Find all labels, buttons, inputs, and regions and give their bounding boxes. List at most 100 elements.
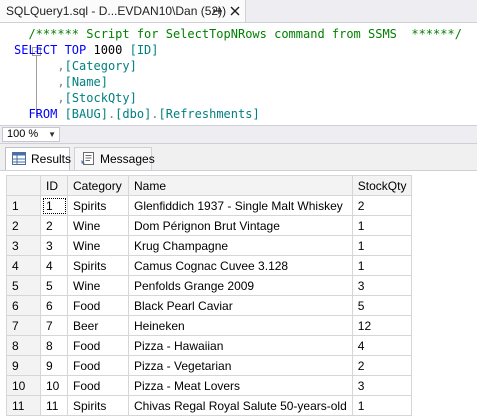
code-token: [dbo]	[115, 107, 152, 121]
stockqty-cell[interactable]: 2	[351, 355, 413, 376]
table-row[interactable]: 4 4 Spirits Camus Cognac Cuvee 3.128 1	[6, 255, 413, 276]
table-row[interactable]: 9 9 Food Pizza - Vegetarian 2	[6, 355, 413, 376]
id-cell[interactable]: 5	[40, 275, 68, 296]
close-icon[interactable]	[228, 4, 242, 18]
row-number-cell[interactable]: 4	[6, 255, 41, 276]
document-tab[interactable]: SQLQuery1.sql - D...EVDAN10\Dan (52))	[0, 0, 246, 22]
stockqty-cell[interactable]: 5	[351, 295, 413, 316]
document-tab-strip: SQLQuery1.sql - D...EVDAN10\Dan (52))	[0, 0, 477, 22]
category-cell[interactable]: Wine	[67, 215, 129, 236]
name-cell[interactable]: Krug Champagne	[128, 235, 353, 256]
column-header-stockqty[interactable]: StockQty	[351, 175, 413, 196]
code-token: .	[151, 107, 159, 121]
code-token: [StockQty]	[64, 91, 137, 105]
category-cell[interactable]: Wine	[67, 235, 129, 256]
results-table: ID Category Name StockQty 1 1 Spirits Glenf…	[6, 175, 413, 416]
category-cell[interactable]: Beer	[67, 315, 129, 336]
column-header-name[interactable]: Name	[128, 175, 353, 196]
stockqty-cell[interactable]: 2	[351, 195, 413, 216]
column-header-rownum[interactable]	[6, 175, 41, 196]
code-token: ,	[57, 59, 65, 73]
row-number-cell[interactable]: 9	[6, 355, 41, 376]
table-row[interactable]: 10 10 Food Pizza - Meat Lovers 3	[6, 375, 413, 396]
table-row[interactable]: 1 1 Spirits Glenfiddich 1937 - Single Malt …	[6, 195, 413, 216]
table-row[interactable]: 5 5 Wine Penfolds Grange 2009 3	[6, 275, 413, 296]
id-cell[interactable]: 2	[40, 215, 68, 236]
stockqty-cell[interactable]: 12	[351, 315, 413, 336]
category-cell[interactable]: Food	[67, 335, 129, 356]
results-grid[interactable]: ID Category Name StockQty 1 1 Spirits Glenf…	[0, 171, 477, 416]
code-token: [BAUG]	[64, 107, 108, 121]
column-header-id[interactable]: ID	[40, 175, 68, 196]
code-line: ,[Category]	[14, 58, 136, 74]
table-row[interactable]: 6 6 Food Black Pearl Caviar 5	[6, 295, 413, 316]
name-cell[interactable]: Penfolds Grange 2009	[128, 275, 353, 296]
row-number-cell[interactable]: 1	[6, 195, 41, 216]
code-token: FROM	[28, 107, 65, 121]
table-row[interactable]: 3 3 Wine Krug Champagne 1	[6, 235, 413, 256]
zoom-dropdown[interactable]: 100 % ▼	[2, 127, 60, 142]
name-cell[interactable]: Heineken	[128, 315, 353, 336]
category-cell[interactable]: Wine	[67, 275, 129, 296]
stockqty-cell[interactable]: 1	[351, 215, 413, 236]
code-token: SELECT TOP	[14, 43, 94, 57]
zoom-value: 100 %	[7, 128, 39, 140]
code-token: ,	[57, 91, 65, 105]
code-line: ,[Name]	[14, 74, 108, 90]
row-number-cell[interactable]: 3	[6, 235, 41, 256]
messages-icon	[81, 152, 94, 165]
column-header-category[interactable]: Category	[67, 175, 129, 196]
row-number-cell[interactable]: 7	[6, 315, 41, 336]
id-cell[interactable]: 1	[40, 195, 68, 216]
stockqty-cell[interactable]: 1	[351, 235, 413, 256]
name-cell[interactable]: Glenfiddich 1937 - Single Malt Whiskey	[128, 195, 353, 216]
id-cell[interactable]: 7	[40, 315, 68, 336]
tab-results-label: Results	[31, 152, 72, 166]
result-tabs: Results Messages	[0, 144, 477, 171]
stockqty-cell[interactable]: 3	[351, 375, 413, 396]
id-cell[interactable]: 6	[40, 295, 68, 316]
stockqty-cell[interactable]: 1	[351, 255, 413, 276]
document-tab-title: SQLQuery1.sql - D...EVDAN10\Dan (52))	[6, 4, 227, 18]
tab-messages[interactable]: Messages	[74, 147, 155, 170]
name-cell[interactable]: Black Pearl Caviar	[128, 295, 353, 316]
category-cell[interactable]: Spirits	[67, 255, 129, 276]
name-cell[interactable]: Camus Cognac Cuvee 3.128	[128, 255, 353, 276]
id-cell[interactable]: 10	[40, 375, 68, 396]
row-number-cell[interactable]: 6	[6, 295, 41, 316]
category-cell[interactable]: Spirits	[67, 195, 129, 216]
table-row[interactable]: 8 8 Food Pizza - Hawaiian 4	[6, 335, 413, 356]
id-cell[interactable]: 9	[40, 355, 68, 376]
name-cell[interactable]: Pizza - Vegetarian	[128, 355, 353, 376]
id-cell[interactable]: 3	[40, 235, 68, 256]
name-cell[interactable]: Pizza - Hawaiian	[128, 335, 353, 356]
code-line: SELECT TOP 1000 [ID]	[14, 42, 159, 58]
code-token: [Refreshments]	[158, 107, 260, 121]
category-cell[interactable]: Food	[67, 295, 129, 316]
tab-results[interactable]: Results	[5, 147, 72, 170]
stockqty-cell[interactable]: 4	[351, 335, 413, 356]
row-number-cell[interactable]: 5	[6, 275, 41, 296]
name-cell[interactable]: Pizza - Meat Lovers	[128, 375, 353, 396]
tab-messages-label: Messages	[100, 152, 155, 166]
stockqty-cell[interactable]: 3	[351, 275, 413, 296]
name-cell[interactable]: Dom Pérignon Brut Vintage	[128, 215, 353, 236]
id-cell[interactable]: 8	[40, 335, 68, 356]
code-token: /****** Script for SelectTopNRows comman…	[28, 27, 462, 41]
query-editor[interactable]: − /****** Script for SelectTopNRows comm…	[0, 22, 477, 126]
pin-icon[interactable]	[210, 4, 224, 18]
table-row[interactable]: 7 7 Beer Heineken 12	[6, 315, 413, 336]
row-number-cell[interactable]: 2	[6, 215, 41, 236]
table-row[interactable]: 2 2 Wine Dom Pérignon Brut Vintage 1	[6, 215, 413, 236]
code-token: ,	[57, 75, 65, 89]
row-number-cell[interactable]: 10	[6, 375, 41, 396]
category-cell[interactable]: Food	[67, 375, 129, 396]
category-cell[interactable]: Food	[67, 355, 129, 376]
row-number-cell[interactable]: 8	[6, 335, 41, 356]
id-cell[interactable]: 4	[40, 255, 68, 276]
chevron-down-icon[interactable]: ▼	[48, 128, 56, 141]
